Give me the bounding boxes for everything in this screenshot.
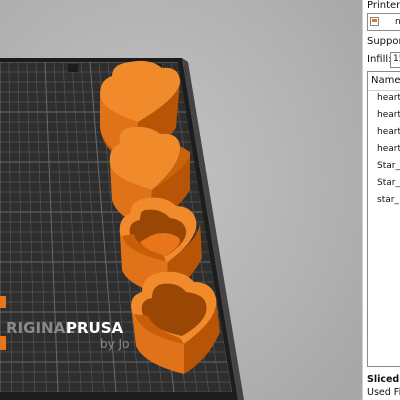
printer-label: Printer: — [367, 0, 400, 11]
printer-dropdown[interactable]: n — [367, 13, 400, 31]
printer-icon — [370, 17, 379, 26]
star-object-edge[interactable] — [0, 296, 6, 308]
list-item[interactable]: Star_ — [368, 176, 400, 193]
list-item[interactable]: heart — [368, 108, 400, 125]
list-item[interactable]: heart — [368, 142, 400, 159]
sliced-label: Sliced — [367, 374, 400, 385]
object-list[interactable]: Name heart heart heart heart Star_ Star_… — [367, 71, 400, 367]
star-object-edge[interactable] — [0, 336, 6, 350]
printer-value: n — [395, 17, 400, 27]
infill-label: Infill: — [367, 54, 392, 65]
right-sidebar-panel: Printer: n Supports Infill: 15 Name hear… — [362, 0, 400, 400]
sliced-status: Sliced I — [367, 374, 400, 385]
bed-notch — [68, 64, 78, 72]
list-item[interactable]: Star_ — [368, 159, 400, 176]
bed-logo-text-2: PRUSA — [66, 319, 124, 337]
list-item[interactable]: heart — [368, 125, 400, 142]
bed-logo-text-1: RIGINAL — [6, 319, 75, 337]
infill-dropdown[interactable]: 15 — [390, 52, 400, 68]
3d-viewport[interactable]: RIGINAL PRUSA nK4 by Jo — [0, 0, 362, 400]
infill-value: 15 — [393, 54, 400, 64]
supports-label: Supports — [367, 36, 400, 47]
list-item[interactable]: star_ — [368, 193, 400, 210]
list-item[interactable]: heart — [368, 91, 400, 108]
used-filament-label: Used Fil — [367, 387, 400, 398]
bed-logo-byline: by Jo — [100, 337, 129, 351]
print-bed-scene[interactable]: RIGINAL PRUSA nK4 by Jo — [0, 0, 362, 400]
list-header-name[interactable]: Name — [368, 72, 400, 91]
